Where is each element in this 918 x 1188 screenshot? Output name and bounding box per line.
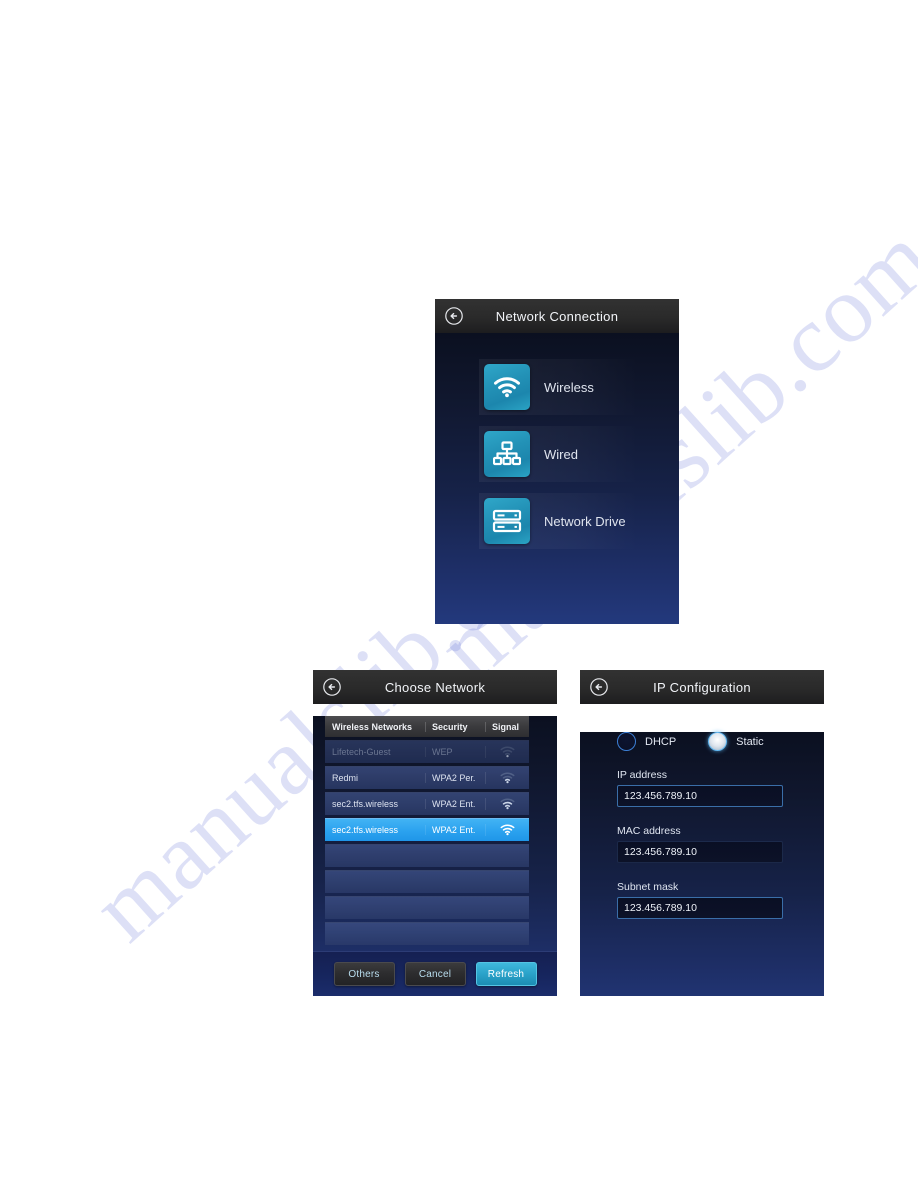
column-header-security: Security <box>425 721 485 732</box>
connection-option-wired[interactable]: Wired <box>479 426 639 482</box>
ethernet-icon <box>484 431 530 477</box>
connection-option-network-drive[interactable]: Network Drive <box>479 493 639 549</box>
signal-strength-icon <box>485 824 529 836</box>
ip-address-input[interactable]: 123.456.789.10 <box>617 785 783 807</box>
panel-body: Wireless Wired Network Drive <box>435 333 679 624</box>
choose-network-panel: Choose Network Wireless Networks Securit… <box>313 670 557 996</box>
mac-address-label: MAC address <box>617 825 681 837</box>
network-row[interactable]: Lifetech-Guest WEP <box>325 740 529 763</box>
network-connection-panel: Network Connection Wireless Wired Networ… <box>435 299 679 624</box>
network-security: WPA2 Ent. <box>425 799 485 809</box>
network-name: Lifetech-Guest <box>332 747 391 757</box>
connection-option-label: Wireless <box>544 379 594 395</box>
page-title: Choose Network <box>384 679 486 695</box>
others-button[interactable]: Others <box>333 962 395 986</box>
subnet-mask-field: Subnet mask 123.456.789.10 <box>617 881 824 919</box>
action-button-bar: Others Cancel Refresh <box>313 951 557 996</box>
back-arrow-icon[interactable] <box>589 677 609 697</box>
network-security: WPA2 Ent. <box>425 825 485 835</box>
page-title: IP Configuration <box>653 679 751 695</box>
wireless-networks-table: Wireless Networks Security Signal Lifete… <box>325 716 529 945</box>
network-name: sec2.tfs.wireless <box>332 799 399 809</box>
connection-option-label: Network Drive <box>544 513 626 529</box>
back-arrow-icon[interactable] <box>444 306 464 326</box>
network-name: Redmi <box>332 773 359 783</box>
dhcp-radio-label: DHCP <box>645 735 677 748</box>
panel-body: DHCP Static IP address 123.456.789.10 MA… <box>580 732 824 996</box>
static-radio[interactable] <box>708 732 728 751</box>
dhcp-radio[interactable] <box>617 732 636 751</box>
connection-option-label: Wired <box>544 446 578 462</box>
column-header-name: Wireless Networks <box>332 721 412 732</box>
network-row-empty[interactable] <box>325 844 529 867</box>
panel-titlebar: IP Configuration <box>580 670 824 704</box>
mac-address-field: MAC address 123.456.789.10 <box>617 825 824 863</box>
page-title: Network Connection <box>495 308 619 324</box>
network-row[interactable]: sec2.tfs.wireless WPA2 Ent. <box>325 792 529 815</box>
signal-strength-icon <box>485 798 529 810</box>
network-row-empty[interactable] <box>325 896 529 919</box>
wifi-icon <box>484 364 530 410</box>
server-stack-icon <box>484 498 530 544</box>
mac-address-input[interactable]: 123.456.789.10 <box>617 841 783 863</box>
cancel-button[interactable]: Cancel <box>404 962 466 986</box>
back-arrow-icon[interactable] <box>322 677 342 697</box>
static-radio-label: Static <box>736 735 764 748</box>
network-security: WPA2 Per. <box>425 773 485 783</box>
signal-strength-icon <box>485 772 529 784</box>
subnet-mask-input[interactable]: 123.456.789.10 <box>617 897 783 919</box>
network-row-empty[interactable] <box>325 922 529 945</box>
refresh-button[interactable]: Refresh <box>475 962 537 986</box>
column-header-signal: Signal <box>485 721 529 732</box>
ip-configuration-panel: IP Configuration DHCP Static IP address … <box>580 670 824 996</box>
ip-address-label: IP address <box>617 769 668 781</box>
network-row[interactable]: sec2.tfs.wireless WPA2 Ent. <box>325 818 529 841</box>
signal-strength-icon <box>485 746 529 758</box>
subnet-mask-label: Subnet mask <box>617 881 679 893</box>
connection-option-list: Wireless Wired Network Drive <box>435 333 679 549</box>
panel-titlebar: Network Connection <box>435 299 679 333</box>
ip-mode-radio-group: DHCP Static <box>617 732 824 751</box>
ip-address-field: IP address 123.456.789.10 <box>617 769 824 807</box>
network-row-empty[interactable] <box>325 870 529 893</box>
table-header-row: Wireless Networks Security Signal <box>325 716 529 737</box>
table-body: Lifetech-Guest WEP Redmi WPA2 Per. sec2.tfs.… <box>325 740 529 945</box>
network-security: WEP <box>425 747 485 757</box>
network-row[interactable]: Redmi WPA2 Per. <box>325 766 529 789</box>
connection-option-wireless[interactable]: Wireless <box>479 359 639 415</box>
network-name: sec2.tfs.wireless <box>332 825 399 835</box>
panel-titlebar: Choose Network <box>313 670 557 704</box>
